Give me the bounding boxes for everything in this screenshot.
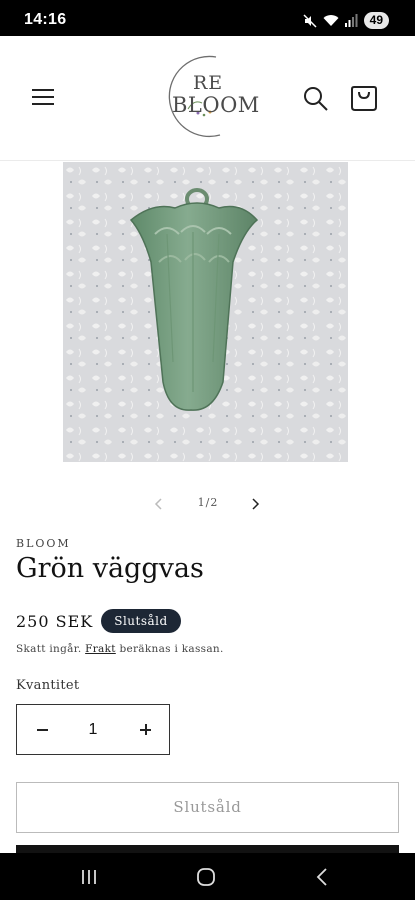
status-time: 14:16 bbox=[24, 11, 67, 28]
status-bar: 14:16 49 bbox=[0, 0, 415, 36]
back-icon bbox=[316, 868, 327, 886]
product-title: Grön väggvas bbox=[16, 553, 204, 584]
quantity-increase-button[interactable] bbox=[119, 705, 170, 754]
image-slider-controls: 1/2 bbox=[0, 488, 415, 518]
search-icon bbox=[304, 87, 328, 111]
site-header: RE BLOOM bbox=[0, 36, 415, 161]
cart-icon bbox=[351, 86, 377, 111]
quantity-decrease-button[interactable] bbox=[17, 705, 67, 754]
sold-out-button[interactable]: Slutsåld bbox=[16, 782, 399, 833]
system-nav-bar bbox=[0, 853, 415, 900]
home-icon bbox=[197, 868, 215, 886]
recents-button[interactable] bbox=[78, 866, 100, 888]
product-price: 250 SEK bbox=[16, 611, 94, 631]
chevron-right-icon bbox=[252, 498, 260, 510]
logo[interactable]: RE BLOOM bbox=[158, 51, 259, 143]
price-row: 250 SEK Slutsåld bbox=[16, 609, 181, 633]
tax-note: Skatt ingår. Frakt beräknas i kassan. bbox=[16, 643, 224, 655]
menu-button[interactable] bbox=[28, 82, 58, 112]
quantity-label: Kvantitet bbox=[16, 678, 80, 693]
tax-note-text: Skatt ingår. bbox=[16, 643, 82, 655]
buy-button-edge[interactable] bbox=[16, 845, 399, 853]
battery-icon: 49 bbox=[363, 12, 389, 29]
back-button[interactable] bbox=[312, 866, 334, 888]
vase-image bbox=[63, 162, 348, 462]
quantity-stepper: 1 bbox=[16, 704, 170, 755]
product-vendor: BLOOM bbox=[16, 537, 71, 550]
tax-note-suffix: beräknas i kassan. bbox=[119, 643, 224, 655]
status-badge: Slutsåld bbox=[101, 609, 181, 633]
signal-icon bbox=[344, 14, 358, 27]
chevron-left-icon bbox=[154, 498, 162, 510]
menu-icon bbox=[32, 89, 54, 91]
mute-icon bbox=[303, 13, 317, 28]
wifi-icon bbox=[323, 15, 339, 26]
logo-text-bloom: BLOOM bbox=[172, 93, 260, 117]
slider-prev-button[interactable] bbox=[150, 495, 168, 513]
recents-icon bbox=[82, 870, 96, 884]
home-button[interactable] bbox=[195, 866, 217, 888]
logo-text-re: RE bbox=[193, 72, 224, 94]
product-image[interactable] bbox=[63, 162, 348, 462]
status-icons: 49 bbox=[303, 12, 389, 29]
slider-counter: 1/2 bbox=[197, 496, 219, 509]
quantity-input[interactable]: 1 bbox=[67, 705, 119, 754]
search-button[interactable] bbox=[302, 85, 330, 113]
shipping-link[interactable]: Frakt bbox=[85, 643, 116, 655]
slider-next-button[interactable] bbox=[246, 495, 264, 513]
cart-button[interactable] bbox=[349, 83, 379, 113]
